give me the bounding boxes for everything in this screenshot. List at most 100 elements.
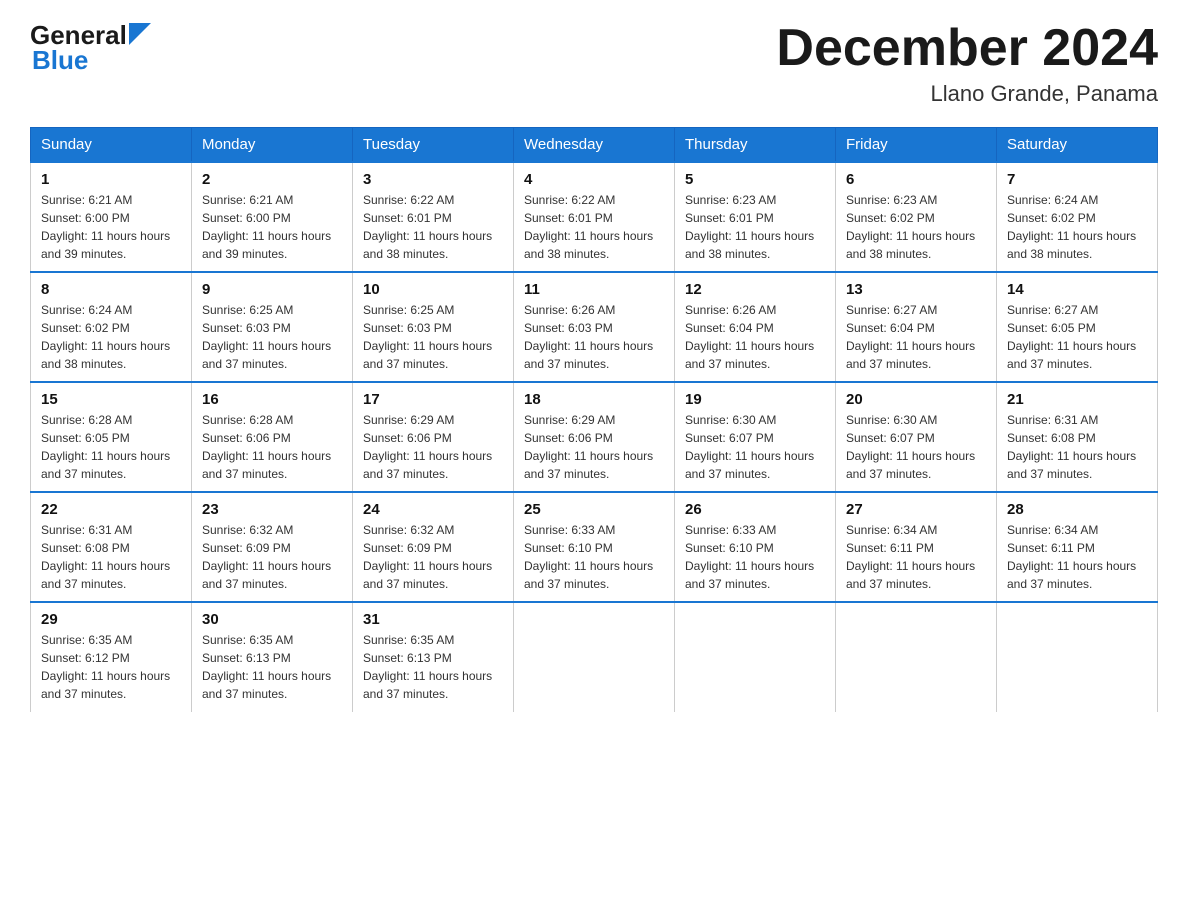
calendar-cell: 11 Sunrise: 6:26 AMSunset: 6:03 PMDaylig… bbox=[514, 272, 675, 382]
day-number: 17 bbox=[363, 391, 503, 408]
day-info: Sunrise: 6:32 AMSunset: 6:09 PMDaylight:… bbox=[202, 523, 331, 591]
calendar-cell: 21 Sunrise: 6:31 AMSunset: 6:08 PMDaylig… bbox=[997, 382, 1158, 492]
week-row-5: 29 Sunrise: 6:35 AMSunset: 6:12 PMDaylig… bbox=[31, 602, 1158, 712]
col-saturday: Saturday bbox=[997, 128, 1158, 163]
calendar-cell bbox=[514, 602, 675, 712]
calendar-cell bbox=[997, 602, 1158, 712]
calendar-cell: 1 Sunrise: 6:21 AMSunset: 6:00 PMDayligh… bbox=[31, 162, 192, 272]
calendar-cell: 7 Sunrise: 6:24 AMSunset: 6:02 PMDayligh… bbox=[997, 162, 1158, 272]
day-info: Sunrise: 6:25 AMSunset: 6:03 PMDaylight:… bbox=[363, 303, 492, 371]
calendar-cell: 25 Sunrise: 6:33 AMSunset: 6:10 PMDaylig… bbox=[514, 492, 675, 602]
calendar-table: Sunday Monday Tuesday Wednesday Thursday… bbox=[30, 127, 1158, 712]
week-row-2: 8 Sunrise: 6:24 AMSunset: 6:02 PMDayligh… bbox=[31, 272, 1158, 382]
day-info: Sunrise: 6:26 AMSunset: 6:03 PMDaylight:… bbox=[524, 303, 653, 371]
day-number: 29 bbox=[41, 611, 181, 628]
day-number: 18 bbox=[524, 391, 664, 408]
col-monday: Monday bbox=[192, 128, 353, 163]
day-number: 9 bbox=[202, 281, 342, 298]
calendar-cell: 23 Sunrise: 6:32 AMSunset: 6:09 PMDaylig… bbox=[192, 492, 353, 602]
calendar-cell bbox=[675, 602, 836, 712]
calendar-cell: 6 Sunrise: 6:23 AMSunset: 6:02 PMDayligh… bbox=[836, 162, 997, 272]
day-info: Sunrise: 6:23 AMSunset: 6:01 PMDaylight:… bbox=[685, 193, 814, 261]
day-info: Sunrise: 6:25 AMSunset: 6:03 PMDaylight:… bbox=[202, 303, 331, 371]
calendar-cell: 29 Sunrise: 6:35 AMSunset: 6:12 PMDaylig… bbox=[31, 602, 192, 712]
logo-blue-text: Blue bbox=[32, 45, 88, 76]
day-info: Sunrise: 6:21 AMSunset: 6:00 PMDaylight:… bbox=[41, 193, 170, 261]
day-info: Sunrise: 6:22 AMSunset: 6:01 PMDaylight:… bbox=[363, 193, 492, 261]
calendar-cell: 16 Sunrise: 6:28 AMSunset: 6:06 PMDaylig… bbox=[192, 382, 353, 492]
day-info: Sunrise: 6:34 AMSunset: 6:11 PMDaylight:… bbox=[1007, 523, 1136, 591]
day-number: 21 bbox=[1007, 391, 1147, 408]
day-number: 13 bbox=[846, 281, 986, 298]
location-title: Llano Grande, Panama bbox=[776, 81, 1158, 107]
day-info: Sunrise: 6:24 AMSunset: 6:02 PMDaylight:… bbox=[1007, 193, 1136, 261]
day-info: Sunrise: 6:35 AMSunset: 6:13 PMDaylight:… bbox=[363, 633, 492, 701]
day-number: 24 bbox=[363, 501, 503, 518]
calendar-cell: 15 Sunrise: 6:28 AMSunset: 6:05 PMDaylig… bbox=[31, 382, 192, 492]
col-tuesday: Tuesday bbox=[353, 128, 514, 163]
calendar-cell: 20 Sunrise: 6:30 AMSunset: 6:07 PMDaylig… bbox=[836, 382, 997, 492]
day-number: 25 bbox=[524, 501, 664, 518]
calendar-cell: 26 Sunrise: 6:33 AMSunset: 6:10 PMDaylig… bbox=[675, 492, 836, 602]
day-number: 23 bbox=[202, 501, 342, 518]
week-row-4: 22 Sunrise: 6:31 AMSunset: 6:08 PMDaylig… bbox=[31, 492, 1158, 602]
day-number: 28 bbox=[1007, 501, 1147, 518]
calendar-cell: 27 Sunrise: 6:34 AMSunset: 6:11 PMDaylig… bbox=[836, 492, 997, 602]
day-number: 30 bbox=[202, 611, 342, 628]
calendar-header-row: Sunday Monday Tuesday Wednesday Thursday… bbox=[31, 128, 1158, 163]
day-number: 12 bbox=[685, 281, 825, 298]
day-info: Sunrise: 6:30 AMSunset: 6:07 PMDaylight:… bbox=[685, 413, 814, 481]
day-info: Sunrise: 6:35 AMSunset: 6:12 PMDaylight:… bbox=[41, 633, 170, 701]
day-info: Sunrise: 6:27 AMSunset: 6:05 PMDaylight:… bbox=[1007, 303, 1136, 371]
day-number: 31 bbox=[363, 611, 503, 628]
calendar-cell: 30 Sunrise: 6:35 AMSunset: 6:13 PMDaylig… bbox=[192, 602, 353, 712]
week-row-3: 15 Sunrise: 6:28 AMSunset: 6:05 PMDaylig… bbox=[31, 382, 1158, 492]
week-row-1: 1 Sunrise: 6:21 AMSunset: 6:00 PMDayligh… bbox=[31, 162, 1158, 272]
day-number: 2 bbox=[202, 171, 342, 188]
day-info: Sunrise: 6:29 AMSunset: 6:06 PMDaylight:… bbox=[363, 413, 492, 481]
day-number: 1 bbox=[41, 171, 181, 188]
day-number: 26 bbox=[685, 501, 825, 518]
calendar-cell: 5 Sunrise: 6:23 AMSunset: 6:01 PMDayligh… bbox=[675, 162, 836, 272]
day-number: 3 bbox=[363, 171, 503, 188]
logo-triangle-icon bbox=[129, 23, 151, 45]
day-info: Sunrise: 6:35 AMSunset: 6:13 PMDaylight:… bbox=[202, 633, 331, 701]
calendar-cell: 13 Sunrise: 6:27 AMSunset: 6:04 PMDaylig… bbox=[836, 272, 997, 382]
day-info: Sunrise: 6:31 AMSunset: 6:08 PMDaylight:… bbox=[41, 523, 170, 591]
title-block: December 2024 Llano Grande, Panama bbox=[776, 20, 1158, 107]
day-number: 15 bbox=[41, 391, 181, 408]
month-title: December 2024 bbox=[776, 20, 1158, 77]
day-info: Sunrise: 6:33 AMSunset: 6:10 PMDaylight:… bbox=[524, 523, 653, 591]
calendar-cell: 2 Sunrise: 6:21 AMSunset: 6:00 PMDayligh… bbox=[192, 162, 353, 272]
day-number: 10 bbox=[363, 281, 503, 298]
day-info: Sunrise: 6:24 AMSunset: 6:02 PMDaylight:… bbox=[41, 303, 170, 371]
col-wednesday: Wednesday bbox=[514, 128, 675, 163]
page-header: General Blue December 2024 Llano Grande,… bbox=[30, 20, 1158, 107]
calendar-cell: 9 Sunrise: 6:25 AMSunset: 6:03 PMDayligh… bbox=[192, 272, 353, 382]
calendar-cell: 10 Sunrise: 6:25 AMSunset: 6:03 PMDaylig… bbox=[353, 272, 514, 382]
day-info: Sunrise: 6:29 AMSunset: 6:06 PMDaylight:… bbox=[524, 413, 653, 481]
day-number: 5 bbox=[685, 171, 825, 188]
calendar-cell: 28 Sunrise: 6:34 AMSunset: 6:11 PMDaylig… bbox=[997, 492, 1158, 602]
day-info: Sunrise: 6:28 AMSunset: 6:06 PMDaylight:… bbox=[202, 413, 331, 481]
day-number: 14 bbox=[1007, 281, 1147, 298]
day-number: 4 bbox=[524, 171, 664, 188]
day-info: Sunrise: 6:23 AMSunset: 6:02 PMDaylight:… bbox=[846, 193, 975, 261]
day-number: 6 bbox=[846, 171, 986, 188]
day-number: 7 bbox=[1007, 171, 1147, 188]
col-friday: Friday bbox=[836, 128, 997, 163]
calendar-cell: 14 Sunrise: 6:27 AMSunset: 6:05 PMDaylig… bbox=[997, 272, 1158, 382]
day-number: 19 bbox=[685, 391, 825, 408]
day-number: 20 bbox=[846, 391, 986, 408]
calendar-cell: 4 Sunrise: 6:22 AMSunset: 6:01 PMDayligh… bbox=[514, 162, 675, 272]
day-number: 11 bbox=[524, 281, 664, 298]
day-number: 8 bbox=[41, 281, 181, 298]
calendar-cell: 22 Sunrise: 6:31 AMSunset: 6:08 PMDaylig… bbox=[31, 492, 192, 602]
day-number: 27 bbox=[846, 501, 986, 518]
day-info: Sunrise: 6:28 AMSunset: 6:05 PMDaylight:… bbox=[41, 413, 170, 481]
calendar-cell: 8 Sunrise: 6:24 AMSunset: 6:02 PMDayligh… bbox=[31, 272, 192, 382]
day-info: Sunrise: 6:32 AMSunset: 6:09 PMDaylight:… bbox=[363, 523, 492, 591]
day-info: Sunrise: 6:34 AMSunset: 6:11 PMDaylight:… bbox=[846, 523, 975, 591]
day-info: Sunrise: 6:31 AMSunset: 6:08 PMDaylight:… bbox=[1007, 413, 1136, 481]
day-number: 16 bbox=[202, 391, 342, 408]
